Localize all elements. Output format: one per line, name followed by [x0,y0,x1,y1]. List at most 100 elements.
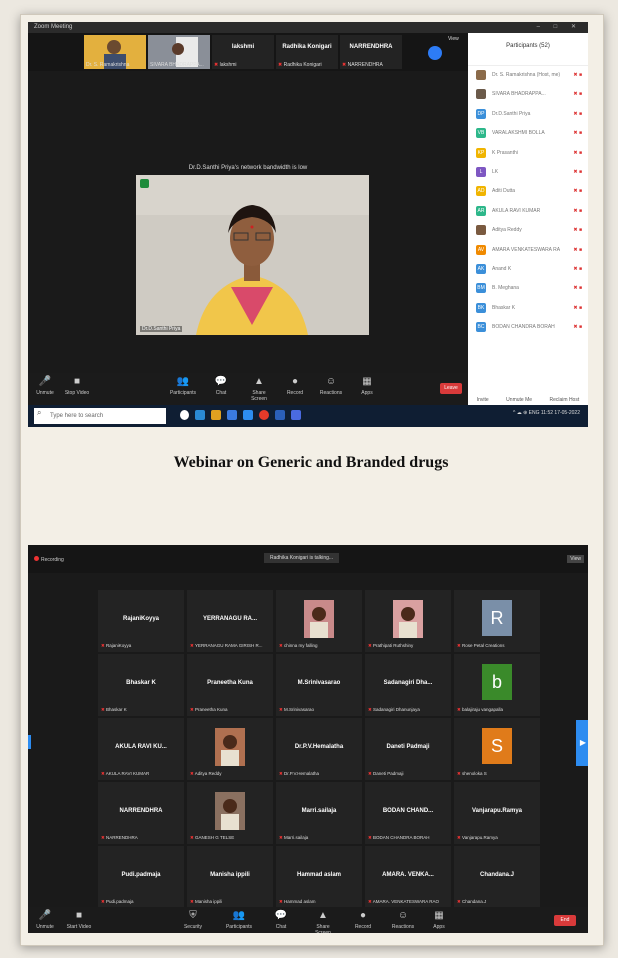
toolbar-label: Apps [361,390,373,396]
more-thumbnails-button[interactable] [428,46,442,60]
avatar: L [476,166,486,177]
toolbar-apps-button[interactable]: ▦ Apps [352,376,382,396]
participant-row[interactable]: L LK ✖ ■ [468,163,588,182]
participant-row[interactable]: DP Dr.D.Santhi Priya ✖ ■ [468,105,588,124]
participant-row[interactable]: BK Bhaskar K ✖ ■ [468,299,588,318]
participant-tile[interactable]: ✖ chinna my falling [276,590,362,652]
toolbar-participants-button[interactable]: 👥 Participants [168,376,198,396]
toolbar-label: Participants [169,390,197,396]
taskbar-search-input[interactable]: Type here to search [34,408,166,424]
participant-row[interactable]: BM B. Meghana ✖ ■ [468,279,588,298]
tile-caption: ✖ Pudi.padmaja [101,899,134,905]
muted-mic-icon: ✖ [214,62,219,68]
toolbar-record-button[interactable]: ● Record [348,910,378,930]
participant-row[interactable]: VB VARALAKSHMI BOLLA ✖ ■ [468,124,588,143]
toolbar-start-video-button[interactable]: ■ Start Video [64,910,94,930]
unmute-me-button[interactable]: Unmute Me [506,397,532,403]
avatar: BM [476,283,486,294]
participant-tile[interactable]: Praneetha Kuna ✖ Praneetha Kuna [187,654,273,716]
participant-tile[interactable]: RajaniKoyya ✖ RajaniKoyya [98,590,184,652]
participant-tile[interactable]: AKULA RAVI KU... ✖ AKULA RAVI KUMAR [98,718,184,780]
caption-text: Marri.sailaja [284,835,309,840]
participant-name-tile[interactable]: lakshmi ✖ lakshmi [212,35,274,69]
invite-button[interactable]: Invite [477,397,489,403]
participant-tile[interactable]: Pudi.padmaja ✖ Pudi.padmaja [98,846,184,908]
active-speaker-video[interactable]: Dr.D.Santhi Priya [136,175,369,335]
tile-caption: ✖ BODAN CHANDRA BORAH [368,835,430,841]
participant-tile[interactable]: Daneti Padmaji ✖ Daneti Padmaji [365,718,451,780]
participant-tile[interactable]: BODAN CHAND... ✖ BODAN CHANDRA BORAH [365,782,451,844]
system-tray[interactable]: ^ ☁ ⊕ ENG 11:52 17-05-2022 [513,410,580,416]
participant-thumbnail[interactable]: Dr. S. Ramakrishna [84,35,146,69]
tile-caption: ✖ NARRENDHRA [101,835,138,841]
participant-tile[interactable]: R ✖ Rose Petal Creations [454,590,540,652]
tile-name: Pudi.padmaja [121,872,161,878]
participant-tile[interactable]: ✖ Aditya Reddy [187,718,273,780]
participant-name-tile[interactable]: Radhika Konigari ✖ Radhika Konigari [276,35,338,69]
next-page-button[interactable]: ▶ [576,720,588,766]
toolbar-participants-button[interactable]: 👥 Participants [224,910,254,930]
participant-tile[interactable]: YERRANAGU RA... ✖ YERRANAGU RAMA GIRISH R… [187,590,273,652]
participant-row[interactable]: BC BODAN CHANDRA BORAH ✖ ■ [468,318,588,337]
view-button[interactable]: View [567,555,584,563]
participant-tile[interactable]: Vanjarapu.Ramya ✖ Vanjarapu.Ramya [454,782,540,844]
participant-name-tile[interactable]: NARRENDHRA ✖ NARRENDHRA [340,35,402,69]
participant-row[interactable]: SIVARA BHADRAPPA... ✖ ■ [468,85,588,104]
leave-button[interactable]: Leave [440,383,462,394]
toolbar-record-button[interactable]: ● Record [280,376,310,396]
tile-name: BODAN CHAND... [382,808,434,814]
toolbar-security-button[interactable]: ⛨ Security [178,910,208,930]
toolbar-label: Chat [215,390,227,396]
participant-row[interactable]: AK Anand K ✖ ■ [468,260,588,279]
participant-row[interactable]: Dr. S. Ramakrishna (Host, me) ✖ ■ [468,66,588,85]
participant-tile[interactable]: Marri.sailaja ✖ Marri.sailaja [276,782,362,844]
participant-tile[interactable]: Chandana.J ✖ Chandana.J [454,846,540,908]
participant-tile[interactable]: ✖ Prathipati Ruthshiny [365,590,451,652]
cortana-icon[interactable] [180,410,189,420]
participant-tile[interactable]: AMARA. VENKA... ✖ AMARA. VENKATESWARA RAO [365,846,451,908]
window-controls[interactable]: – □ ✕ [537,22,582,33]
tile-caption: ✖ chinna my falling [279,643,318,649]
chrome-icon[interactable] [259,410,269,420]
toolbar-share-screen-button[interactable]: ▲ Share Screen [244,376,274,402]
participant-tile[interactable]: Sadanagiri Dha... ✖ Sadanagiri Dhanunjaya [365,654,451,716]
view-button[interactable]: View [448,36,459,42]
word-icon[interactable] [275,410,285,420]
participant-row[interactable]: AR AKULA RAVI KUMAR ✖ ■ [468,202,588,221]
toolbar-stop-video-button[interactable]: ■ Stop Video [62,376,92,396]
participant-tile[interactable]: Manisha ippili ✖ Manisha ippili [187,846,273,908]
toolbar-unmute-button[interactable]: 🎤 Unmute [30,910,60,930]
participant-tile[interactable]: Bhaskar K ✖ Bhaskar K [98,654,184,716]
participant-thumbnail[interactable]: SIVARA BHADRAPPA... [148,35,210,69]
participant-tile[interactable]: b ✖ balajiraju vangapalla [454,654,540,716]
participant-tile[interactable]: Hammad aslam ✖ Hammad aslam [276,846,362,908]
participant-tile[interactable]: ✖ GANESH G TELSE [187,782,273,844]
toolbar-chat-button[interactable]: 💬 Chat [206,376,236,396]
tile-name: Bhaskar K [126,680,156,686]
store-icon[interactable] [227,410,237,420]
app-icon[interactable] [291,410,301,420]
participant-tile[interactable]: NARRENDHRA ✖ NARRENDHRA [98,782,184,844]
toolbar-share-screen-button[interactable]: ▲ Share Screen [308,910,338,933]
toolbar-reactions-button[interactable]: ☺ Reactions [316,376,346,396]
participant-name: B. Meghana [492,285,519,292]
participant-row[interactable]: AV AMARA VENKATESWARA RAO ✖ ■ [468,241,588,260]
zoom-app-icon[interactable] [243,410,253,420]
participant-tile[interactable]: S ✖ shenoloka S [454,718,540,780]
participant-row[interactable]: Aditya Reddy ✖ ■ [468,221,588,240]
participant-row[interactable]: AD Aditi Dutta ✖ ■ [468,182,588,201]
toolbar-unmute-button[interactable]: 🎤 Unmute [30,376,60,396]
reclaim-host-button[interactable]: Reclaim Host [550,397,580,403]
participant-row[interactable]: KP K Prasanthi ✖ ■ [468,144,588,163]
toolbar-reactions-button[interactable]: ☺ Reactions [388,910,418,930]
start-video-icon: ■ [75,910,83,921]
prev-page-button[interactable] [28,735,31,749]
participant-tile[interactable]: Dr.P.V.Hemalatha ✖ Dr.P.V.Hemalatha [276,718,362,780]
edge-icon[interactable] [195,410,205,420]
tile-caption: ✖ Praneetha Kuna [190,707,228,713]
file-explorer-icon[interactable] [211,410,221,420]
toolbar-chat-button[interactable]: 💬 Chat [266,910,296,930]
toolbar-apps-button[interactable]: ▦ Apps [424,910,454,930]
end-meeting-button[interactable]: End [554,915,576,926]
participant-tile[interactable]: M.Srinivasarao ✖ M.Srinivasarao [276,654,362,716]
